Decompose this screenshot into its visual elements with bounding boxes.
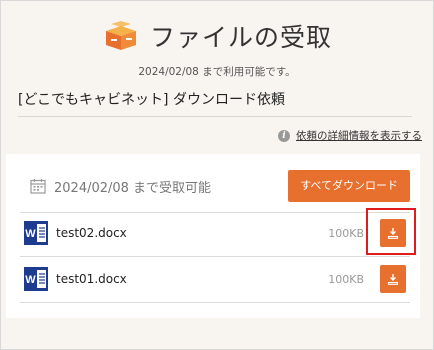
word-document-icon: W — [24, 267, 48, 291]
availability-subtitle: 2024/02/08 まで利用可能です。 — [138, 66, 296, 78]
title-row: ファイルの受取 — [0, 14, 434, 58]
page-header: ファイルの受取 2024/02/08 まで利用可能です。 — [0, 14, 434, 79]
svg-text:W: W — [25, 274, 36, 286]
svg-text:W: W — [25, 228, 36, 240]
word-document-icon: W — [24, 221, 48, 245]
download-panel: 2024/02/08 まで受取可能 すべてダウンロード W test02.doc… — [6, 154, 420, 318]
file-row: W test01.docx 100KB — [20, 256, 410, 303]
show-details-link[interactable]: 依頼の詳細情報を表示する — [296, 128, 422, 143]
page-title: ファイルの受取 — [149, 23, 332, 52]
download-all-button[interactable]: すべてダウンロード — [288, 170, 410, 202]
file-size: 100KB — [328, 272, 364, 286]
file-size: 100KB — [328, 226, 364, 240]
info-icon: i — [278, 129, 290, 142]
calendar-icon — [30, 179, 46, 194]
file-name: test01.docx — [56, 272, 127, 286]
availability-info: 2024/02/08 まで受取可能 — [30, 177, 211, 196]
highlight-box — [366, 208, 416, 255]
file-row: W test02.docx 100KB — [20, 210, 410, 257]
download-icon — [387, 274, 399, 285]
cabinet-logo-icon — [105, 21, 136, 50]
panel-top-bar: 2024/02/08 まで受取可能 すべてダウンロード — [20, 166, 410, 213]
file-name: test02.docx — [56, 226, 127, 240]
details-link-row: i 依頼の詳細情報を表示する — [278, 128, 422, 143]
request-title: [どこでもキャビネット] ダウンロード依頼 — [18, 89, 412, 117]
availability-text: 2024/02/08 まで受取可能 — [54, 180, 212, 196]
download-file-button[interactable] — [380, 265, 406, 293]
